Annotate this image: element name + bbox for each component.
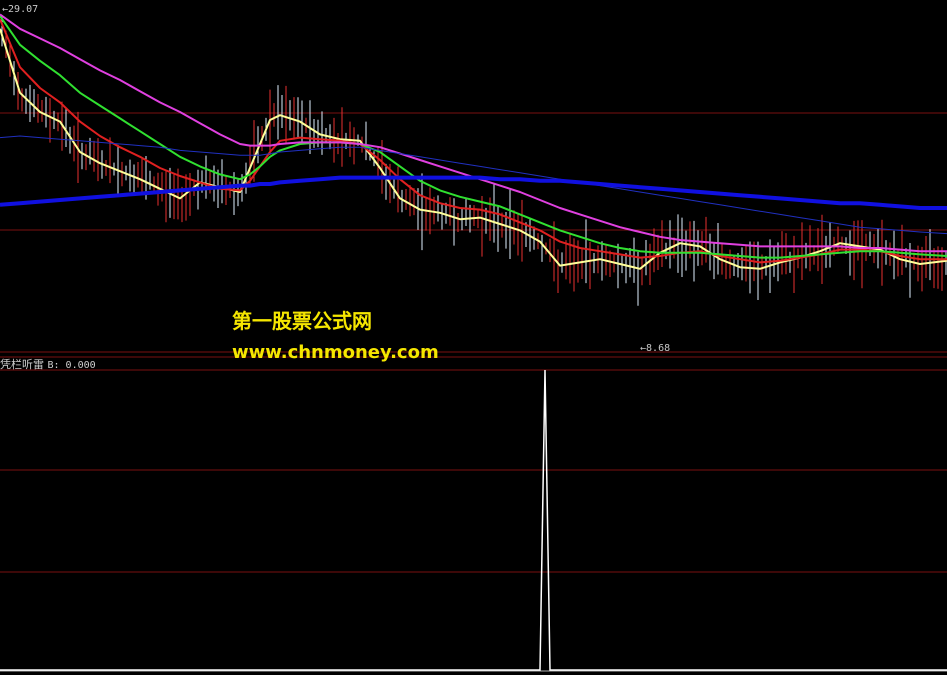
indicator-signal: [0, 369, 947, 671]
max-price-value: 29.07: [8, 4, 39, 15]
moving-average-lines: [0, 13, 947, 270]
max-price-label: ←29.07: [2, 4, 39, 15]
indicator-value: B: 0.000: [47, 360, 96, 371]
candlesticks: [1, 15, 947, 306]
grid-lines: [0, 112, 947, 672]
indicator-title: 凭栏听雷 B: 0.000: [0, 356, 96, 372]
watermark-title: 第一股票公式网: [232, 309, 372, 333]
signal-line: [0, 369, 947, 671]
chart-canvas: [0, 13, 947, 672]
min-price-label: ←8.68: [640, 343, 671, 354]
indicator-name: 凭栏听雷: [0, 358, 44, 371]
min-price-value: 8.68: [646, 343, 671, 354]
ma-line-ma_yellow: [0, 28, 947, 270]
watermark-url: www.chnmoney.com: [232, 342, 439, 363]
